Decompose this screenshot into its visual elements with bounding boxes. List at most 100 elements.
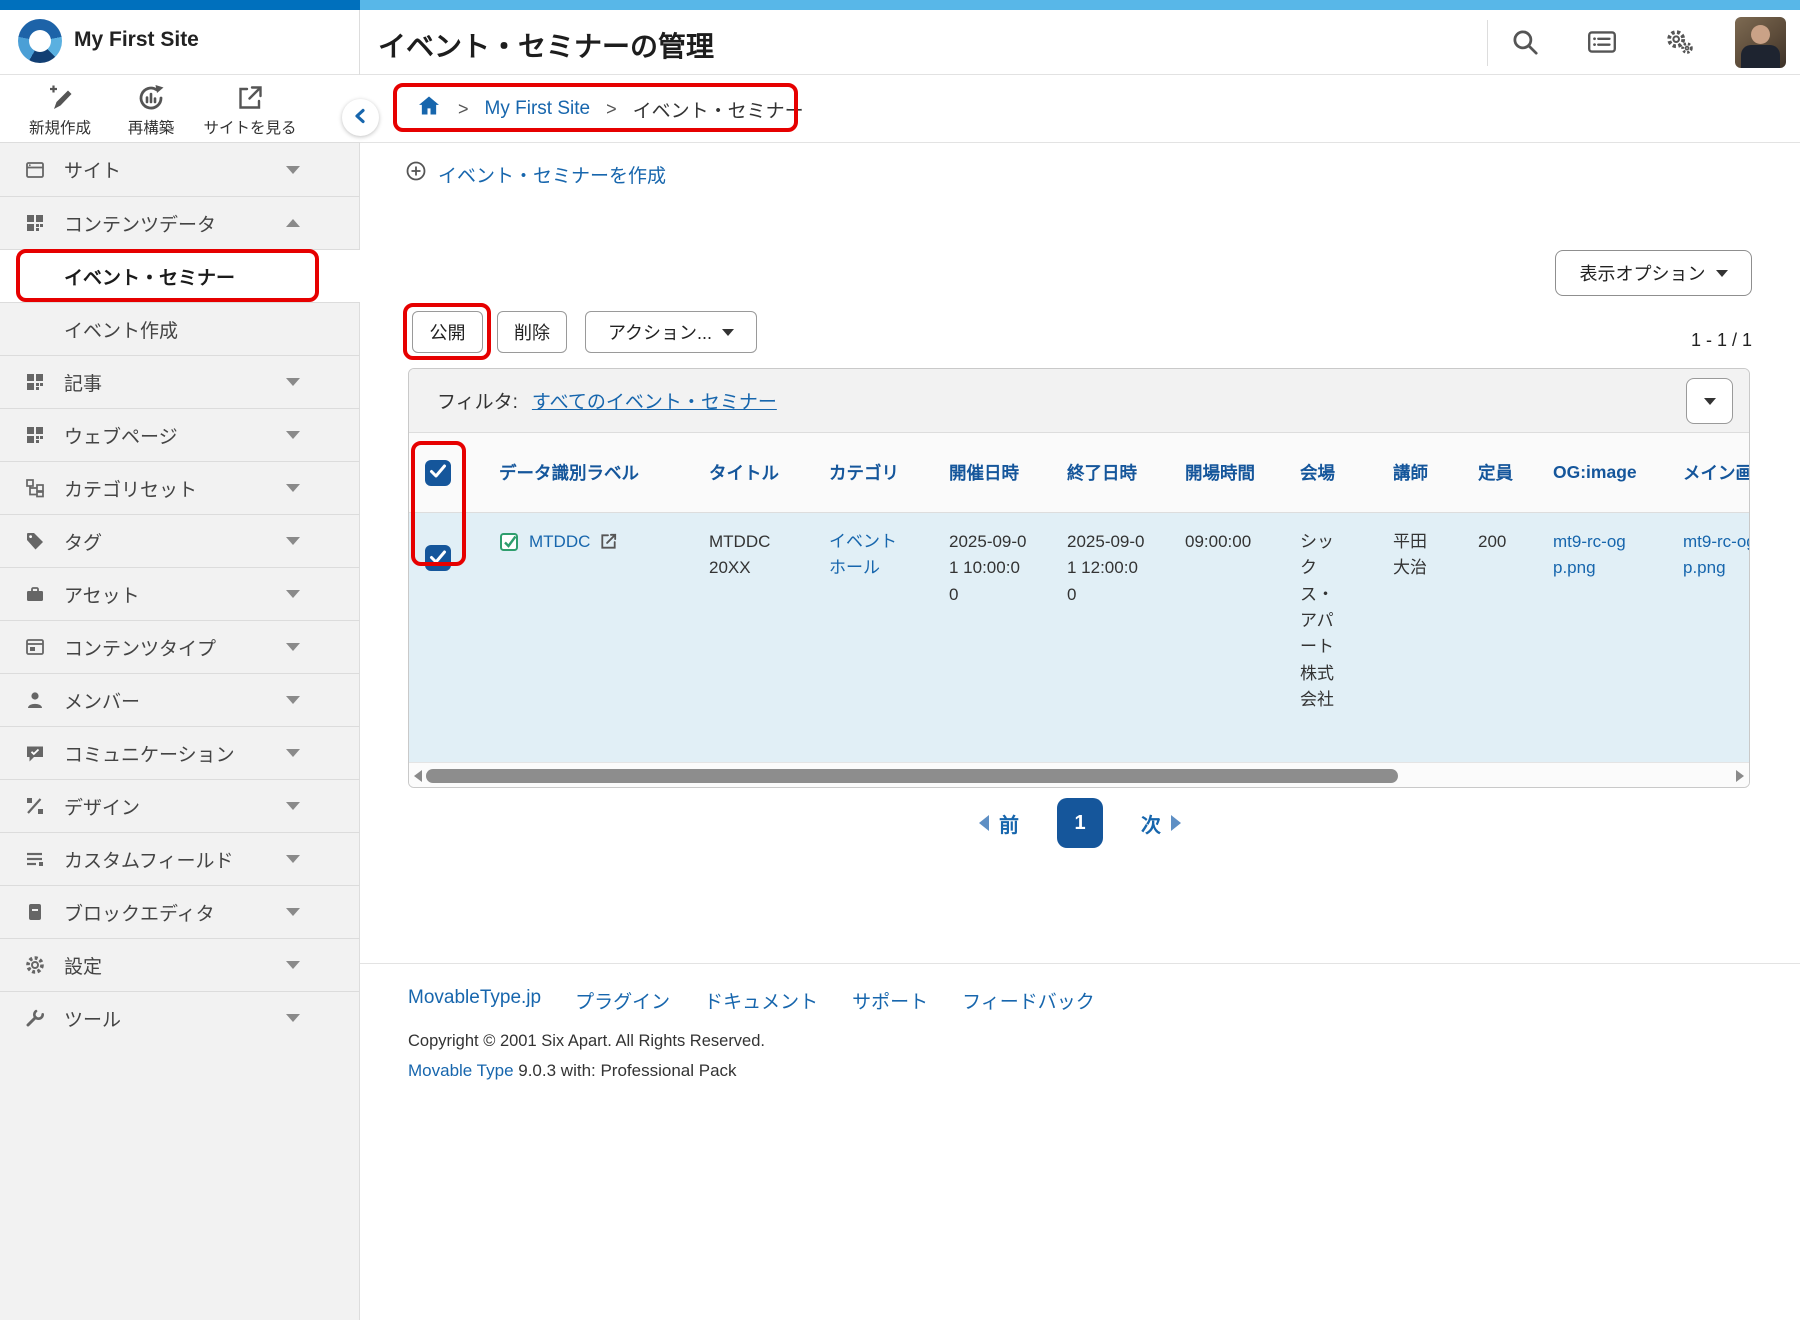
divider (360, 142, 1800, 143)
footer-link-feedback[interactable]: フィードバック (962, 987, 1095, 1014)
footer-link-documentation[interactable]: ドキュメント (704, 987, 818, 1014)
table-header-row: データ識別ラベル タイトル カテゴリ 開催日時 終了日時 開場時間 会場 講師 … (409, 433, 1749, 513)
horizontal-scrollbar (409, 762, 1749, 788)
sidebar-item-content-data[interactable]: コンテンツデータ (0, 196, 360, 249)
row-checkbox[interactable] (425, 545, 451, 571)
sidebar-item-tools[interactable]: ツール (0, 991, 360, 1044)
page-title: イベント・セミナーの管理 (378, 25, 714, 65)
tag-icon (24, 530, 46, 552)
display-options-button[interactable]: 表示オプション (1555, 250, 1752, 296)
create-new-button[interactable]: 新規作成 (20, 79, 100, 139)
home-icon[interactable] (416, 93, 442, 125)
prev-page-button[interactable]: 前 (979, 809, 1019, 838)
sidebar-item-event-seminar[interactable]: イベント・セミナー (0, 249, 360, 302)
actions-label: アクション... (608, 319, 712, 345)
column-header-lecturer[interactable]: 講師 (1393, 460, 1478, 485)
column-header-start[interactable]: 開催日時 (949, 460, 1067, 485)
sidebar-item-label: コンテンツタイプ (64, 634, 216, 661)
chevron-down-icon (286, 802, 300, 810)
site-name[interactable]: My First Site (74, 28, 199, 52)
sidebar-collapse-button[interactable] (342, 99, 379, 136)
category-link[interactable]: イベントホール (829, 529, 905, 582)
sidebar-item-block-editor[interactable]: ブロックエディタ (0, 885, 360, 938)
sidebar-item-member[interactable]: メンバー (0, 673, 360, 726)
webpage-icon (24, 424, 46, 446)
sidebar-item-label: コミュニケーション (64, 740, 235, 767)
breadcrumb-separator: > (458, 99, 469, 120)
sidebar-item-category-set[interactable]: カテゴリセット (0, 461, 360, 514)
breadcrumb-separator: > (606, 99, 617, 120)
rebuild-button[interactable]: 再構築 (118, 79, 184, 139)
filter-dropdown-button[interactable] (1686, 378, 1733, 424)
breadcrumb-site-link[interactable]: My First Site (485, 98, 591, 120)
column-header-og-image[interactable]: OG:image (1553, 462, 1683, 483)
select-all-checkbox[interactable] (425, 460, 451, 486)
system-settings-button[interactable] (1660, 24, 1698, 62)
next-page-button[interactable]: 次 (1141, 809, 1181, 838)
search-button[interactable] (1506, 24, 1544, 62)
publish-button[interactable]: 公開 (412, 311, 483, 353)
sidebar-item-entry[interactable]: 記事 (0, 355, 360, 408)
chevron-down-icon (286, 908, 300, 916)
next-label: 次 (1141, 809, 1161, 838)
edit-icon[interactable] (598, 529, 619, 560)
scrollbar-thumb[interactable] (426, 769, 1398, 783)
create-event-link[interactable]: イベント・セミナーを作成 (404, 159, 666, 189)
column-header-end[interactable]: 終了日時 (1067, 460, 1185, 485)
footer-link-plugins[interactable]: プラグイン (575, 987, 670, 1014)
sidebar-item-asset[interactable]: アセット (0, 567, 360, 620)
movable-type-logo-icon[interactable] (18, 19, 62, 63)
current-page-button[interactable]: 1 (1057, 798, 1103, 848)
cell-og-image: mt9-rc-ogp.png (1553, 513, 1683, 762)
sidebar-item-content-type[interactable]: コンテンツタイプ (0, 620, 360, 673)
column-header-data-label[interactable]: データ識別ラベル (499, 460, 709, 485)
category-set-icon (24, 477, 46, 499)
column-header-capacity[interactable]: 定員 (1478, 460, 1553, 485)
footer-divider (360, 963, 1800, 964)
plus-circle-icon (404, 159, 428, 189)
column-header-category[interactable]: カテゴリ (829, 460, 949, 485)
column-header-venue[interactable]: 会場 (1300, 460, 1393, 485)
column-header-title[interactable]: タイトル (709, 460, 829, 485)
footer: MovableType.jp プラグイン ドキュメント サポート フィードバック… (408, 987, 1095, 1081)
sidebar-item-design[interactable]: デザイン (0, 779, 360, 832)
result-count: 1 - 1 / 1 (1600, 330, 1752, 351)
cell-lecturer: 平田大治 (1393, 513, 1478, 762)
top-strip-left (0, 0, 360, 10)
user-avatar[interactable] (1735, 17, 1786, 68)
column-header-open-time[interactable]: 開場時間 (1185, 460, 1300, 485)
footer-link-support[interactable]: サポート (852, 987, 928, 1014)
footer-link-movabletype[interactable]: MovableType.jp (408, 987, 541, 1014)
list-panel-icon (1586, 46, 1618, 61)
sidebar-item-webpage[interactable]: ウェブページ (0, 408, 360, 461)
search-icon (1509, 46, 1541, 61)
sidebar-item-settings[interactable]: 設定 (0, 938, 360, 991)
delete-button[interactable]: 削除 (497, 311, 567, 353)
og-image-link[interactable]: mt9-rc-ogp.png (1553, 529, 1639, 582)
list-panel-button[interactable] (1583, 24, 1621, 62)
scroll-left-arrow-icon[interactable] (414, 770, 422, 782)
main-image-link[interactable]: mt9-rc-ogp.png (1683, 529, 1750, 582)
site-icon (24, 159, 46, 181)
actions-dropdown-button[interactable]: アクション... (585, 311, 757, 353)
sidebar-item-tag[interactable]: タグ (0, 514, 360, 567)
delete-label: 削除 (514, 319, 550, 345)
sidebar-item-communication[interactable]: コミュニケーション (0, 726, 360, 779)
sidebar-item-site[interactable]: サイト (0, 143, 360, 196)
sidebar-item-custom-field[interactable]: カスタムフィールド (0, 832, 360, 885)
chevron-up-icon (286, 219, 300, 227)
sidebar-item-label: デザイン (64, 793, 140, 820)
filter-value-link[interactable]: すべてのイベント・セミナー (532, 387, 777, 414)
display-options-label: 表示オプション (1580, 260, 1706, 286)
movable-type-version-link[interactable]: Movable Type (408, 1061, 514, 1080)
scroll-right-arrow-icon[interactable] (1736, 770, 1744, 782)
event-listing-table: フィルタ: すべてのイベント・セミナー データ識別ラベル タイトル カテゴリ 開… (408, 368, 1750, 788)
data-label-link[interactable]: MTDDC (529, 529, 590, 555)
sidebar-item-label: カテゴリセット (64, 475, 197, 502)
version-text: Movable Type 9.0.3 with: Professional Pa… (408, 1061, 1095, 1081)
footer-links: MovableType.jp プラグイン ドキュメント サポート フィードバック (408, 987, 1095, 1014)
sidebar-item-event-create[interactable]: イベント作成 (0, 302, 360, 355)
chevron-left-icon (351, 106, 371, 129)
column-header-main-image[interactable]: メイン画像 (1683, 460, 1750, 485)
view-site-button[interactable]: サイトを見る (200, 79, 300, 139)
